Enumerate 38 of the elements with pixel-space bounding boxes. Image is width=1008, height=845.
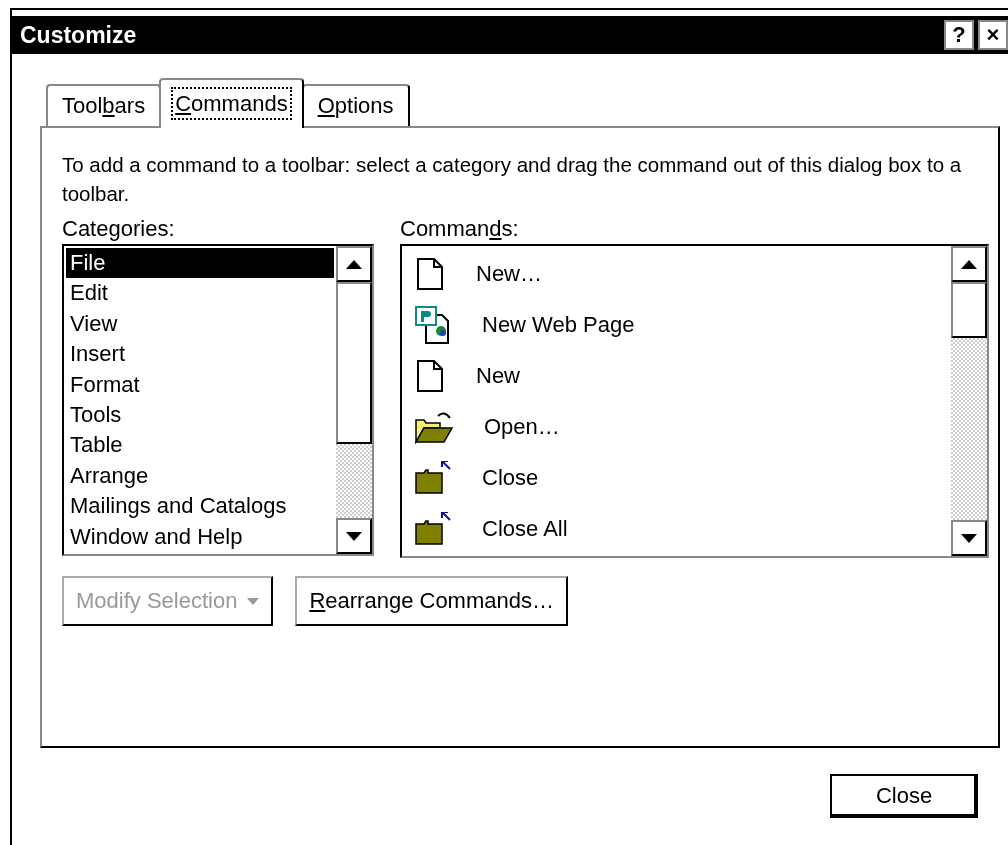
scroll-thumb[interactable] xyxy=(336,282,372,444)
folder-icon xyxy=(414,460,452,495)
window-title: Customize xyxy=(20,21,137,49)
command-item[interactable]: Close All xyxy=(482,515,568,542)
command-item[interactable]: Open… xyxy=(484,413,560,440)
scrollbar[interactable] xyxy=(336,246,372,554)
scroll-down-button[interactable] xyxy=(951,520,987,556)
close-button[interactable]: × xyxy=(978,20,1008,50)
commands-label: Commands: xyxy=(400,215,520,243)
scroll-thumb[interactable] xyxy=(951,282,987,338)
category-item[interactable]: File xyxy=(66,248,334,279)
up-arrow-icon xyxy=(961,259,977,269)
scrollbar[interactable] xyxy=(951,246,987,556)
categories-list[interactable]: File Edit View Insert Format Tools Table Arrange Mailings and Catalogs Window and Help xyxy=(62,244,374,556)
scroll-up-button[interactable] xyxy=(336,246,372,282)
blank-page-icon xyxy=(414,256,446,291)
rearrange-commands-button[interactable]: Rearrange Commands… xyxy=(295,576,568,626)
tab[interactable]: Commands xyxy=(159,78,304,128)
blank-page-icon xyxy=(414,358,446,393)
down-arrow-icon xyxy=(346,531,362,541)
close-button[interactable]: Close xyxy=(830,774,978,818)
web-page-icon xyxy=(414,304,452,345)
tab[interactable]: Toolbars xyxy=(46,84,162,126)
down-arrow-icon xyxy=(961,533,977,543)
open-folder-icon xyxy=(414,409,454,444)
command-item[interactable]: Close xyxy=(482,464,539,491)
scroll-down-button[interactable] xyxy=(336,518,372,554)
commands-list[interactable]: New… New Web Page New Open… Close Close All xyxy=(400,244,989,558)
instruction-text: To add a command to a toolbar: select a category and drag the command out of this dialog box to a toolbar. xyxy=(62,152,963,207)
command-item[interactable]: New… xyxy=(476,260,542,287)
command-item[interactable]: New xyxy=(476,362,520,389)
help-button[interactable]: ? xyxy=(944,20,974,50)
up-arrow-icon xyxy=(346,259,362,269)
tab[interactable]: Options xyxy=(301,84,410,126)
scroll-up-button[interactable] xyxy=(951,246,987,282)
folder-icon xyxy=(414,511,452,546)
categories-label: Categories: xyxy=(62,215,176,243)
command-item[interactable]: New Web Page xyxy=(482,311,635,338)
